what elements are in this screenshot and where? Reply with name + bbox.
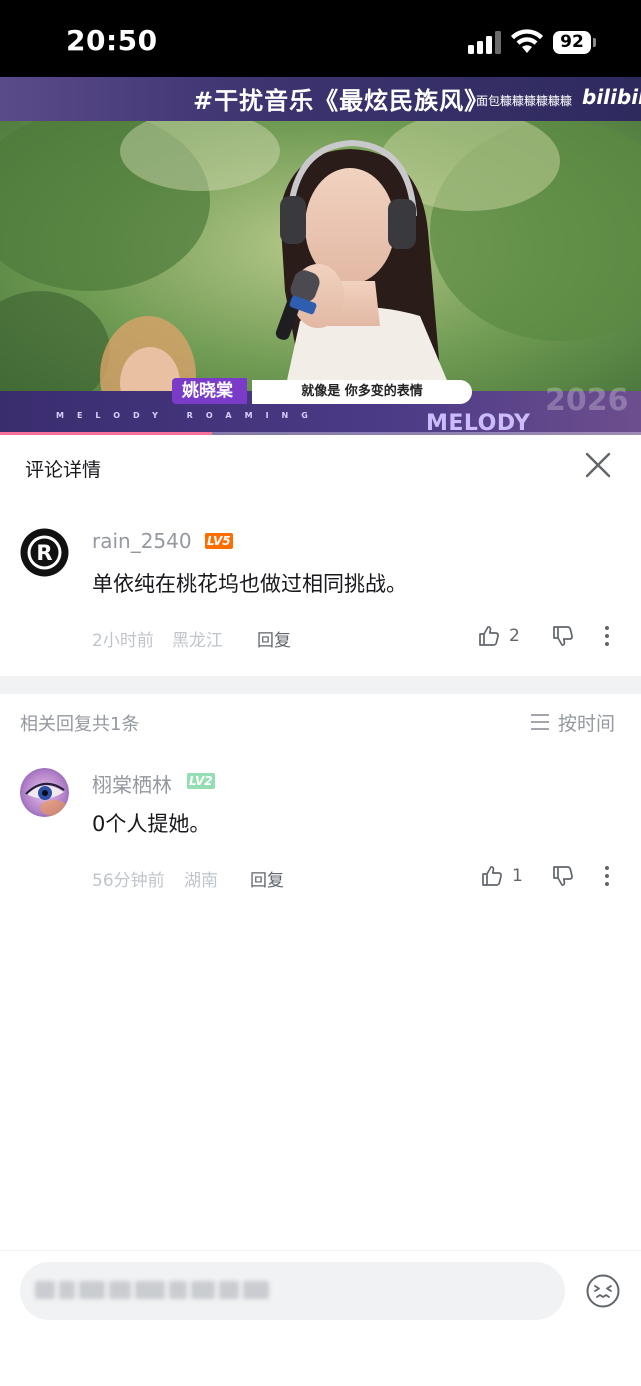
video-title-banner: #干扰音乐《最炫民族风》 面包糠糠糠糠糠糠 bilibili [0,77,641,121]
thumbs-down-icon[interactable] [548,861,578,891]
reply-button[interactable]: 回复 [257,626,291,651]
cellular-signal-icon [468,30,502,54]
reply-text: 0个人提她。 [92,812,211,836]
sort-by-time-button[interactable]: 按时间 [530,709,615,735]
emoji-icon[interactable] [585,1273,621,1309]
user-level-badge: LV5 [205,533,233,549]
reply-to-reply-button[interactable]: 回复 [250,866,284,891]
comment-username[interactable]: rain_2540 [92,529,192,553]
section-divider [0,676,641,694]
lyric-subtitle: 就像是 你多变的表情 [252,380,472,404]
reply-location: 湖南 [184,871,218,891]
video-uploader-watermark: 面包糠糠糠糠糠糠 [476,94,573,108]
reply-like-button[interactable]: 1 [480,861,523,891]
sort-label: 按时间 [558,712,616,735]
comment-time: 2小时前 [92,631,154,651]
video-progress-fill [0,432,212,435]
show-name-small: MELODY ROAMING [56,411,321,420]
blurred-input-placeholder [35,1276,275,1304]
more-options-icon[interactable] [592,861,622,891]
menu-icon [531,714,549,730]
thumbs-up-icon [482,866,502,886]
battery-tip [593,38,596,47]
video-progress-bar[interactable] [0,432,641,435]
rust-logo-avatar[interactable]: R [20,528,69,577]
reply-time: 56分钟前 [92,871,165,891]
comment-location: 黑龙江 [172,631,223,651]
singer-name-tag: 姚晓棠 [172,378,247,404]
video-player[interactable]: #干扰音乐《最炫民族风》 面包糠糠糠糠糠糠 bilibili MELODY RO… [0,77,641,435]
thumbs-up-icon [479,626,499,646]
like-count: 2 [509,626,520,646]
more-options-icon[interactable] [592,621,622,651]
thumbs-down-icon[interactable] [548,621,578,651]
svg-text:R: R [36,541,52,565]
close-icon[interactable] [583,450,613,480]
comment-detail-title: 评论详情 [25,459,102,481]
like-button[interactable]: 2 [477,621,520,651]
status-time: 20:50 [66,24,158,57]
reply-username[interactable]: 栩棠栖林 [92,769,172,798]
bilibili-logo: bilibili [582,85,641,109]
battery-indicator: 92 [553,31,591,54]
reply-user-level-badge: LV2 [187,773,215,789]
eye-avatar[interactable] [20,768,69,817]
status-bar: 20:50 92 [0,0,641,77]
wifi-icon [511,29,543,53]
comment-text: 单依纯在桃花坞也做过相同挑战。 [92,572,407,596]
reply-like-count: 1 [512,866,523,886]
related-replies-count: 相关回复共1条 [20,714,140,735]
video-banner-title: #干扰音乐《最炫民族风》 [193,87,490,115]
